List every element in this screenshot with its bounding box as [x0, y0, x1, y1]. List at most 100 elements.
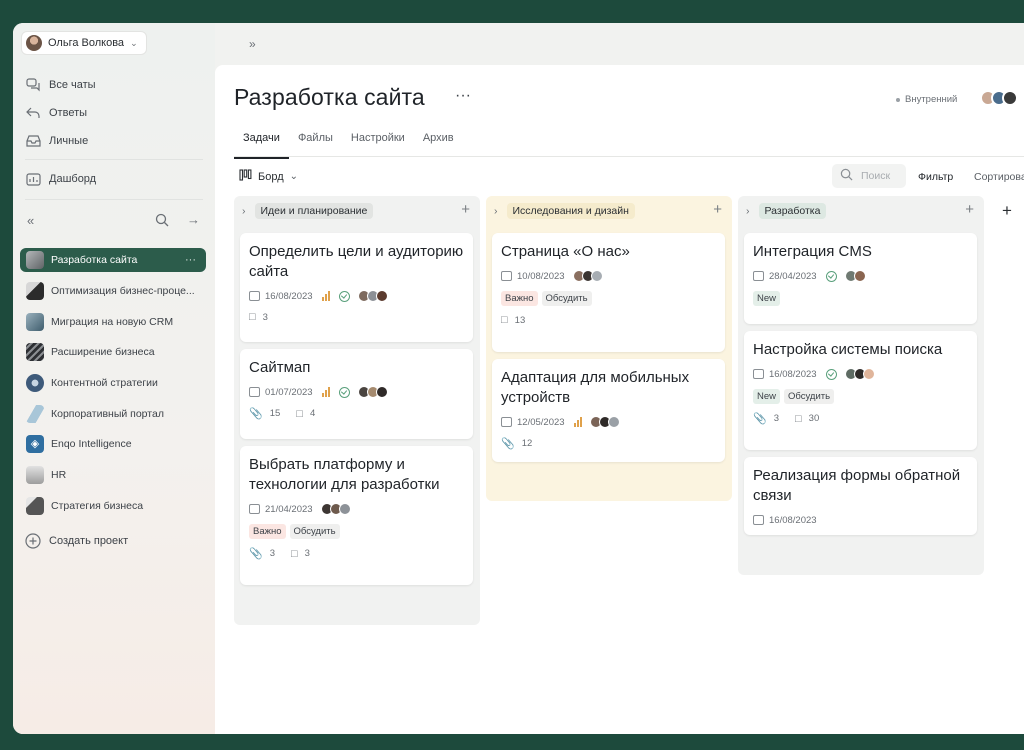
divider: [25, 159, 203, 160]
app-window: Ольга Волкова ⌄ Все чаты Ответы Личные Д…: [13, 23, 1024, 734]
comments-count: □ 13: [501, 314, 525, 326]
tab-tasks[interactable]: Задачи: [234, 129, 289, 159]
tab-files[interactable]: Файлы: [289, 129, 342, 159]
nav-all-chats[interactable]: Все чаты: [25, 77, 96, 93]
collapse-sidebar-icon[interactable]: «: [27, 213, 34, 228]
calendar-icon: [249, 504, 260, 514]
project-item[interactable]: Миграция на новую CRM: [20, 310, 206, 334]
project-label: Миграция на новую CRM: [51, 316, 174, 328]
nav-label: Все чаты: [49, 79, 96, 91]
tag-important[interactable]: Важно: [249, 524, 286, 539]
create-project-button[interactable]: Создать проект: [25, 533, 128, 549]
tab-archive[interactable]: Архив: [414, 129, 463, 159]
tag-discuss[interactable]: Обсудить: [784, 389, 835, 404]
column-title: Исследования и дизайн: [506, 203, 635, 219]
status-check-icon: [338, 290, 350, 302]
avatar: [1002, 90, 1018, 106]
card-tags: New Обсудить: [753, 389, 968, 404]
add-column-icon[interactable]: +: [1002, 201, 1012, 221]
project-thumb: [26, 313, 44, 331]
chevron-right-icon: ›: [494, 205, 498, 217]
comments-count: □ 4: [296, 408, 315, 420]
column-header[interactable]: › Идеи и планирование: [242, 201, 374, 221]
avatar: [375, 290, 388, 302]
divider: [25, 199, 203, 200]
user-menu-button[interactable]: Ольга Волкова ⌄: [21, 31, 147, 55]
calendar-icon: [501, 271, 512, 281]
assignee-avatars: [357, 290, 388, 302]
search-input[interactable]: Поиск: [832, 164, 906, 188]
add-card-icon[interactable]: +: [965, 201, 974, 218]
filter-button[interactable]: Фильтр: [918, 171, 953, 183]
column-header[interactable]: › Исследования и дизайн: [494, 201, 635, 221]
main-panel: Разработка сайта ··· Внутренний Задачи Ф…: [215, 65, 1024, 734]
attachments-count: 📎 12: [501, 437, 532, 450]
card-date: 01/07/2023: [265, 386, 313, 398]
more-icon[interactable]: ···: [455, 87, 471, 105]
nav-dashboard[interactable]: Дашборд: [25, 171, 96, 187]
comments-count: □ 3: [291, 548, 310, 560]
calendar-icon: [501, 417, 512, 427]
sidebar-tools: « →: [25, 212, 203, 233]
paperclip-icon: 📎: [249, 408, 263, 420]
tag-new[interactable]: New: [753, 389, 781, 404]
add-card-icon[interactable]: +: [713, 201, 722, 218]
project-item[interactable]: Корпоративный портал: [20, 402, 206, 426]
task-card[interactable]: Интеграция CMS 28/04/2023 New: [744, 233, 977, 324]
attachments-count: 📎 15: [249, 407, 280, 420]
more-icon[interactable]: ···: [185, 254, 196, 266]
arrow-right-icon[interactable]: →: [187, 212, 200, 227]
project-item[interactable]: HR: [20, 463, 206, 487]
project-item[interactable]: Контентной стратегии: [20, 371, 206, 395]
user-avatar: [26, 35, 42, 51]
board-column: › Идеи и планирование + Определить цели …: [234, 196, 480, 625]
project-item-website[interactable]: Разработка сайта ···: [20, 248, 206, 272]
paperclip-icon: 📎: [501, 438, 515, 450]
status-check-icon: [825, 270, 837, 282]
attachments-count: 📎 3: [753, 412, 779, 425]
nav-replies[interactable]: Ответы: [25, 105, 87, 121]
dot-icon: [896, 97, 900, 102]
card-title: Страница «О нас»: [501, 243, 630, 260]
project-thumb: [26, 251, 44, 269]
task-card[interactable]: Адаптация для мобильных устройств 12/05/…: [492, 359, 725, 462]
member-avatars[interactable]: [980, 90, 1018, 106]
card-title: Реализация формы обратной связи: [753, 467, 961, 504]
dashboard-icon: [25, 171, 41, 187]
nav-personal[interactable]: Личные: [25, 133, 88, 149]
project-item[interactable]: ◈ Enqo Intelligence: [20, 432, 206, 456]
task-card[interactable]: Реализация формы обратной связи 16/08/20…: [744, 457, 977, 535]
plus-circle-icon: [25, 533, 41, 549]
project-item[interactable]: Стратегия бизнеса: [20, 494, 206, 518]
attachments-value: 3: [269, 548, 275, 559]
visibility-badge[interactable]: Внутренний: [896, 94, 957, 105]
attachments-value: 3: [773, 413, 779, 424]
board-column: › Разработка + Интеграция CMS 28/04/2023…: [738, 196, 984, 575]
sort-button[interactable]: Сортирова: [974, 171, 1024, 183]
tag-new[interactable]: New: [753, 291, 781, 306]
task-card[interactable]: Сайтмап 01/07/2023 📎 15 □ 4: [240, 349, 473, 439]
tag-discuss[interactable]: Обсудить: [289, 524, 340, 539]
reply-icon: [25, 105, 41, 121]
comments-count: □ 3: [249, 311, 268, 323]
expand-icon[interactable]: »: [249, 37, 256, 51]
card-meta: 21/04/2023: [249, 502, 464, 516]
search-icon[interactable]: [155, 213, 169, 230]
column-title: Идеи и планирование: [254, 203, 374, 219]
view-switcher[interactable]: Борд ⌄: [239, 169, 298, 184]
tag-discuss[interactable]: Обсудить: [541, 291, 592, 306]
avatar: [375, 386, 388, 398]
project-item[interactable]: Оптимизация бизнес-проце...: [20, 279, 206, 303]
project-item[interactable]: Расширение бизнеса: [20, 340, 206, 364]
tag-important[interactable]: Важно: [501, 291, 538, 306]
add-card-icon[interactable]: +: [461, 201, 470, 218]
task-card[interactable]: Настройка системы поиска 16/08/2023 New …: [744, 331, 977, 450]
task-card[interactable]: Определить цели и аудиторию сайта 16/08/…: [240, 233, 473, 342]
column-header[interactable]: › Разработка: [746, 201, 827, 221]
task-card[interactable]: Страница «О нас» 10/08/2023 Важно Обсуди…: [492, 233, 725, 352]
tabs: Задачи Файлы Настройки Архив: [234, 129, 463, 159]
task-card[interactable]: Выбрать платформу и технологии для разра…: [240, 446, 473, 585]
card-meta: 12/05/2023: [501, 415, 716, 429]
tab-settings[interactable]: Настройки: [342, 129, 414, 159]
paperclip-icon: 📎: [249, 548, 263, 560]
